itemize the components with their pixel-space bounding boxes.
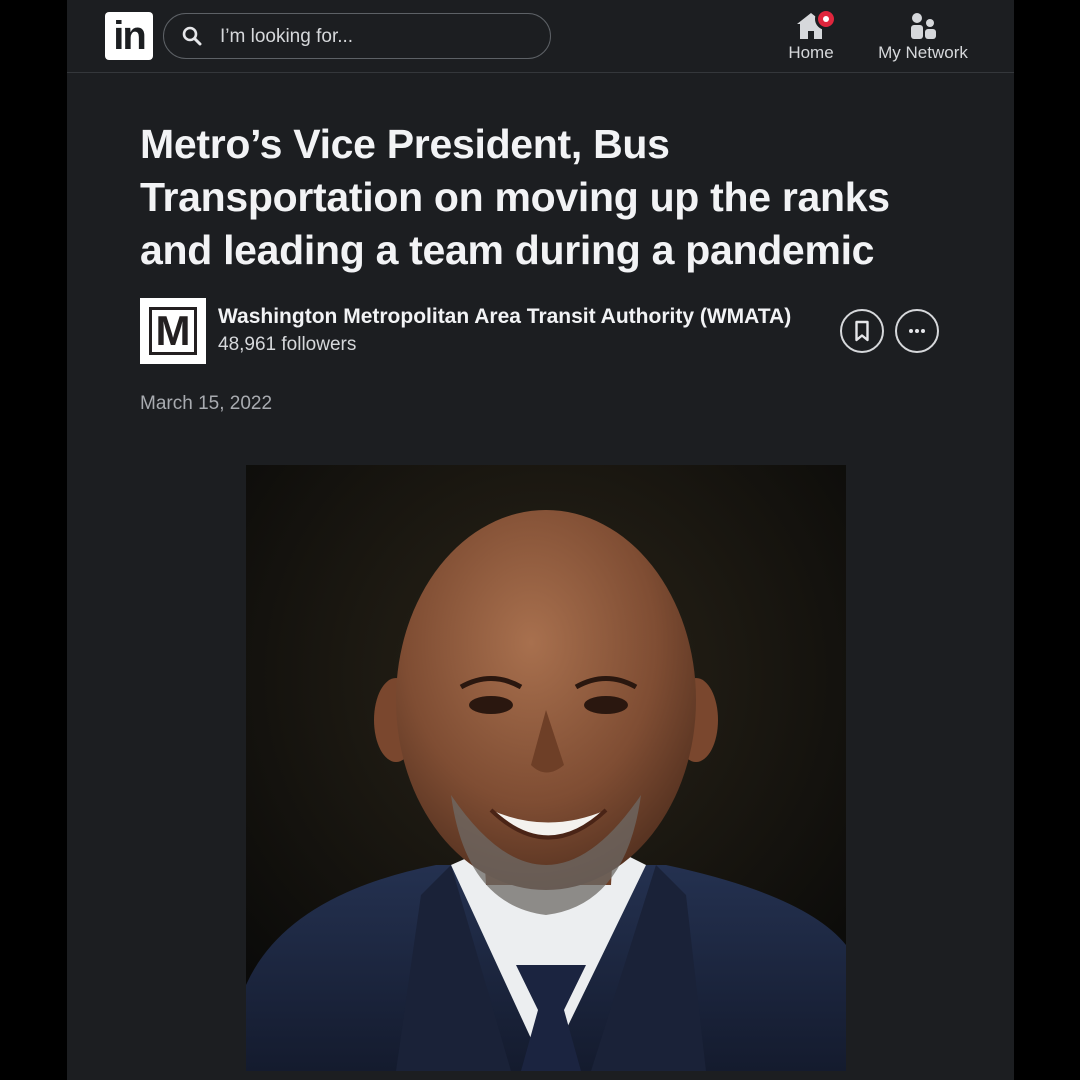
top-navigation-bar: in I’m looking for... Home My Network <box>67 0 1014 73</box>
article-title: Metro’s Vice President, Bus Transportati… <box>140 121 890 273</box>
search-input[interactable]: I’m looking for... <box>163 13 551 59</box>
publish-date: March 15, 2022 <box>140 393 273 414</box>
portrait-illustration <box>246 465 846 1071</box>
more-options-button[interactable] <box>895 309 939 353</box>
article-photo <box>246 465 846 1071</box>
nav-my-network[interactable]: My Network <box>873 8 973 63</box>
linkedin-logo[interactable]: in <box>105 12 153 60</box>
author-name[interactable]: Washington Metropolitan Area Transit Aut… <box>218 305 791 329</box>
article-panel: in I’m looking for... Home My Network Me… <box>67 0 1014 1080</box>
nav-home[interactable]: Home <box>785 8 837 63</box>
more-icon <box>909 329 925 333</box>
notification-badge <box>815 8 837 30</box>
people-icon <box>911 13 936 39</box>
author-logo[interactable]: M <box>140 298 206 364</box>
search-placeholder: I’m looking for... <box>220 26 354 47</box>
bookmark-icon <box>855 320 869 342</box>
save-button[interactable] <box>840 309 884 353</box>
nav-my-network-label: My Network <box>878 43 968 62</box>
author-followers: 48,961 followers <box>218 334 357 355</box>
nav-home-label: Home <box>788 43 834 62</box>
search-icon <box>182 26 202 46</box>
wmata-logo-letter: M <box>149 307 197 355</box>
